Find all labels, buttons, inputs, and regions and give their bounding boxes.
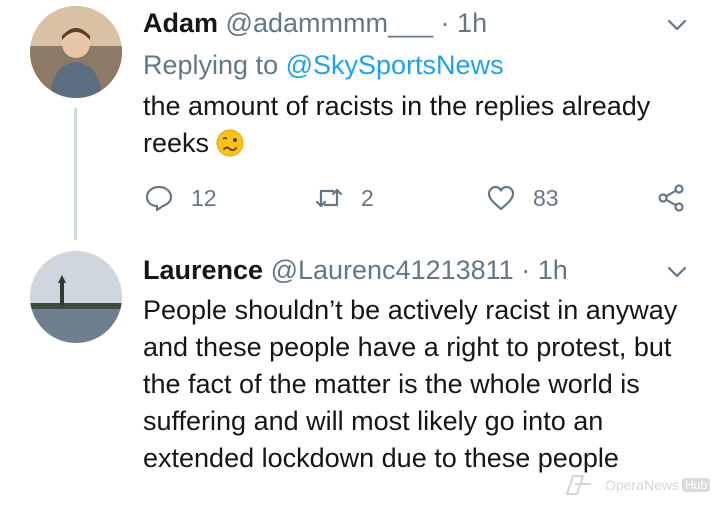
tweet-adam[interactable]: Adam @adammmm___ · 1h Replying to @SkySp…	[0, 0, 720, 245]
watermark-badge: Hub	[681, 478, 710, 492]
like-button[interactable]: 83	[485, 178, 559, 218]
avatar[interactable]	[30, 251, 122, 343]
woozy-face-icon	[215, 128, 245, 158]
timestamp[interactable]: 1h	[457, 8, 487, 38]
tweet-header: Adam @adammmm___ · 1h	[143, 6, 487, 40]
retweet-icon	[315, 188, 343, 208]
tweet-actions: 12 2 83	[143, 178, 703, 218]
replying-to: Replying to @SkySportsNews	[143, 48, 504, 82]
tweet-text: the amount of racists in the replies alr…	[143, 88, 703, 162]
retweet-button[interactable]: 2	[313, 178, 374, 218]
reply-button[interactable]: 12	[143, 178, 217, 218]
timestamp[interactable]: 1h	[538, 255, 568, 285]
share-icon	[658, 184, 684, 212]
chevron-down-icon[interactable]	[664, 12, 690, 38]
watermark: OperaNews Hub	[561, 470, 710, 500]
chevron-down-icon[interactable]	[664, 259, 690, 285]
thread-line	[74, 108, 77, 240]
share-button[interactable]	[655, 178, 687, 218]
separator-dot: ·	[440, 8, 450, 38]
display-name[interactable]: Adam	[143, 8, 218, 38]
like-count: 83	[533, 184, 559, 211]
tweet-text: People shouldn’t be actively racist in a…	[143, 295, 678, 473]
tweet-header: Laurence @Laurenc41213811 · 1h	[143, 253, 568, 287]
retweet-count: 2	[361, 184, 374, 211]
display-name[interactable]: Laurence	[143, 255, 263, 285]
watermark-logo-icon	[565, 475, 592, 495]
handle[interactable]: @adammmm___	[226, 8, 433, 38]
watermark-brand: OperaNews	[605, 477, 679, 493]
separator-dot: ·	[521, 255, 531, 285]
replying-to-label: Replying to	[143, 50, 279, 80]
avatar[interactable]	[30, 6, 122, 98]
reply-count: 12	[191, 184, 217, 211]
reply-icon	[145, 185, 173, 212]
mention-link[interactable]: @SkySportsNews	[286, 50, 504, 80]
handle[interactable]: @Laurenc41213811	[271, 255, 514, 285]
heart-icon	[487, 185, 515, 211]
